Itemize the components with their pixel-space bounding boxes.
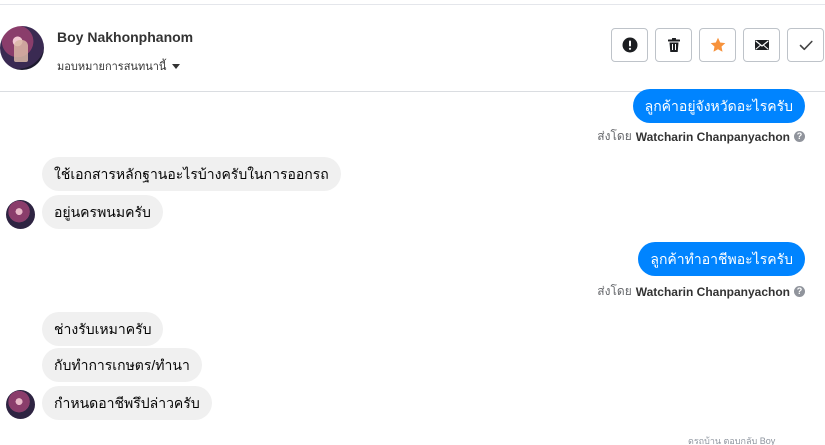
sender-name[interactable]: Watcharin Chanpanyachon	[636, 130, 790, 144]
sent-by-line: ส่งโดย Watcharin Chanpanyachon ?	[597, 282, 805, 301]
mail-icon	[754, 40, 769, 50]
mark-spam-button[interactable]	[611, 28, 648, 62]
message-bubble-incoming[interactable]: ช่างรับเหมาครับ	[42, 312, 164, 346]
sent-by-prefix: ส่งโดย	[597, 284, 632, 298]
conversation-header: Boy Nakhonphanom มอบหมายการสนทนานี้	[0, 5, 825, 92]
message-bubble-outgoing[interactable]: ลูกค้าอยู่จังหวัดอะไรครับ	[632, 89, 805, 123]
action-toolbar	[611, 28, 824, 62]
avatar[interactable]	[6, 390, 35, 419]
check-icon	[799, 40, 813, 51]
help-icon[interactable]: ?	[794, 286, 805, 297]
message-bubble-incoming[interactable]: อยู่นครพนมครับ	[42, 195, 163, 229]
help-icon[interactable]: ?	[794, 131, 805, 142]
trash-icon	[667, 38, 680, 52]
mark-done-button[interactable]	[787, 28, 824, 62]
message-bubble-incoming[interactable]: กำหนดอาชีพรึปล่าวครับ	[42, 386, 212, 420]
avatar[interactable]	[6, 200, 35, 229]
message-thread: ลูกค้าอยู่จังหวัดอะไรครับ ส่งโดย Watchar…	[0, 89, 825, 445]
message-bubble-incoming[interactable]: กับทำการเกษตร/ทำนา	[42, 348, 202, 382]
mark-unread-button[interactable]	[743, 28, 780, 62]
alert-icon	[622, 37, 637, 53]
caret-down-icon	[172, 64, 181, 69]
message-bubble-outgoing[interactable]: ลูกค้าทำอาชีพอะไรครับ	[638, 242, 805, 276]
assign-label: มอบหมายการสนทนานี้	[57, 61, 167, 73]
sent-by-line: ส่งโดย Watcharin Chanpanyachon ?	[597, 127, 805, 146]
sender-name[interactable]: Watcharin Chanpanyachon	[636, 285, 790, 299]
sent-by-prefix: ส่งโดย	[597, 129, 632, 143]
reply-footnote: ดรถบ้าน ตอบกลับ Boy	[688, 436, 776, 445]
assign-conversation-dropdown[interactable]: มอบหมายการสนทนานี้	[57, 57, 181, 75]
message-bubble-incoming[interactable]: ใช้เอกสารหลักฐานอะไรบ้างครับในการออกรถ	[42, 157, 341, 191]
contact-name[interactable]: Boy Nakhonphanom	[57, 29, 193, 45]
star-icon	[710, 37, 725, 52]
star-button[interactable]	[699, 28, 736, 62]
delete-button[interactable]	[655, 28, 692, 62]
avatar[interactable]	[0, 26, 44, 70]
